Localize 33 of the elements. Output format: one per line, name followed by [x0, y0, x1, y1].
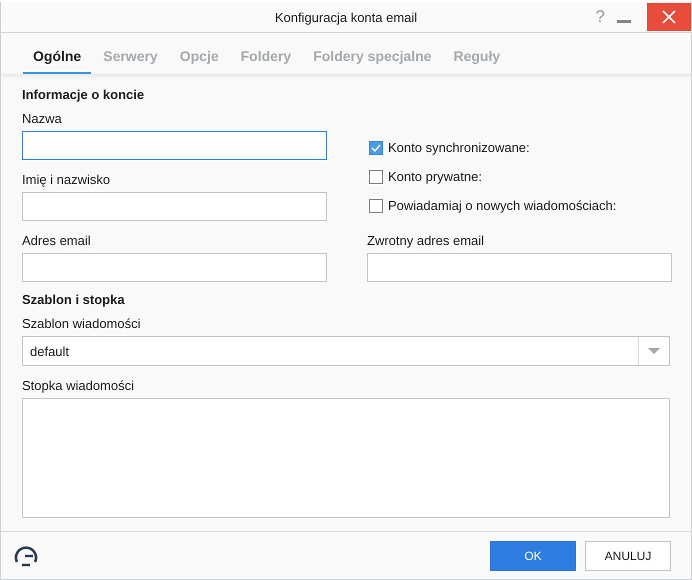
dropdown-arrow-icon: [648, 348, 660, 354]
input-field[interactable]: [22, 131, 327, 160]
field-label: Imię i nazwisko: [22, 171, 112, 189]
speedometer-icon: [13, 544, 39, 568]
cancel-button[interactable]: ANULUJ: [585, 540, 671, 570]
field-label: Adres email: [22, 232, 92, 250]
section-heading: Informacje o koncie: [22, 87, 146, 104]
field-label: Nazwa: [22, 110, 63, 128]
close-icon: [662, 10, 676, 24]
tab[interactable]: Ogólne: [23, 42, 92, 74]
template-dropdown[interactable]: default: [22, 336, 670, 366]
field-label: Zwrotny adres email: [367, 232, 486, 250]
tab[interactable]: Foldery: [230, 42, 302, 74]
window-title: Konfiguracja konta email: [274, 10, 418, 24]
ok-button[interactable]: OK: [490, 540, 576, 570]
checkbox-label: Konto synchronizowane:: [388, 140, 530, 155]
input-field[interactable]: [367, 253, 672, 282]
input-field[interactable]: [22, 253, 327, 282]
input-field[interactable]: [22, 192, 327, 221]
field-label: Stopka wiadomości: [22, 377, 135, 395]
tab[interactable]: Opcje: [170, 42, 229, 74]
checkbox[interactable]: [369, 198, 383, 212]
section-heading: Szablon i stopka: [22, 292, 126, 309]
checkbox[interactable]: [369, 170, 383, 184]
tab[interactable]: Foldery specjalne: [303, 42, 442, 74]
close-button[interactable]: [647, 2, 691, 30]
help-button[interactable]: ?: [596, 6, 605, 26]
checkbox-label: Powiadamiaj o nowych wiadomościach:: [388, 198, 616, 213]
tab[interactable]: Serwery: [93, 42, 168, 74]
checkbox-label: Konto prywatne:: [388, 169, 482, 184]
checkbox[interactable]: [369, 140, 383, 154]
field-label: Szablon wiadomości: [22, 315, 142, 333]
tab[interactable]: Reguły: [443, 42, 510, 74]
